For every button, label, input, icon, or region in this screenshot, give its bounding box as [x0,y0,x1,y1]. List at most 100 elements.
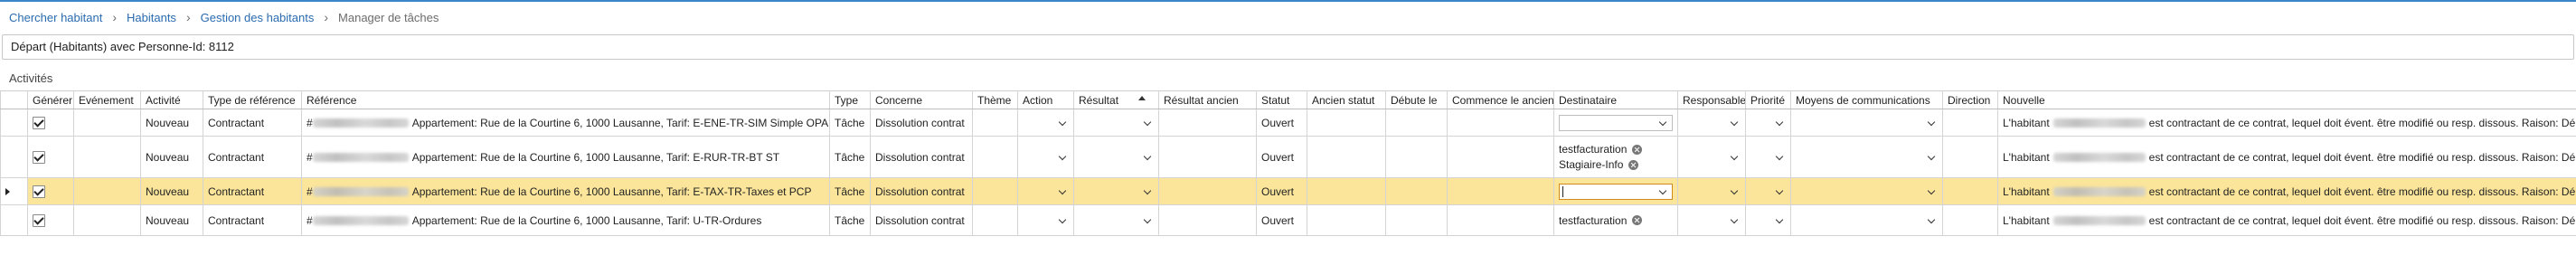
moyens-communications-dropdown[interactable] [1790,136,1943,178]
type-reference-cell[interactable]: Contractant [203,136,302,178]
breadcrumb-link-chercher-habitant[interactable]: Chercher habitant [9,11,102,24]
statut-cell[interactable]: Ouvert [1256,177,1307,205]
type-cell[interactable]: Tâche [829,177,871,205]
resultat-ancien-cell[interactable] [1158,109,1257,137]
col-header-theme[interactable]: Thème [972,90,1018,109]
row-header[interactable] [0,136,28,178]
generer-cell[interactable] [27,109,74,137]
evenement-cell[interactable] [73,136,141,178]
reference-cell[interactable]: # Appartement: Rue de la Courtine 6, 1000… [301,136,830,178]
generer-checkbox[interactable] [33,150,45,164]
destinataire-cell[interactable] [1553,109,1678,137]
debute-le-cell[interactable] [1385,204,1448,236]
action-dropdown[interactable] [1017,136,1074,178]
reference-cell[interactable]: # Appartement: Rue de la Courtine 6, 1000… [301,204,830,236]
generer-checkbox[interactable] [33,213,45,227]
resultat-dropdown[interactable] [1073,109,1159,137]
type-reference-cell[interactable]: Contractant [203,177,302,205]
activite-cell[interactable]: Nouveau [140,109,203,137]
resultat-dropdown[interactable] [1073,204,1159,236]
concerne-cell[interactable]: Dissolution contrat [870,109,973,137]
debute-le-cell[interactable] [1385,136,1448,178]
generer-checkbox[interactable] [33,116,45,129]
direction-cell[interactable] [1942,177,1998,205]
action-dropdown[interactable] [1017,109,1074,137]
nouvelle-cell[interactable]: L'habitant est contractant de ce contrat,… [1997,204,2576,236]
breadcrumb-link-habitants[interactable]: Habitants [127,11,176,24]
resultat-dropdown[interactable] [1073,136,1159,178]
theme-cell[interactable] [972,109,1018,137]
direction-cell[interactable] [1942,136,1998,178]
theme-cell[interactable] [972,204,1018,236]
statut-cell[interactable]: Ouvert [1256,204,1307,236]
concerne-cell[interactable]: Dissolution contrat [870,177,973,205]
resultat-ancien-cell[interactable] [1158,136,1257,178]
nouvelle-cell[interactable]: L'habitant est contractant de ce contrat,… [1997,136,2576,178]
destinataire-cell[interactable]: testfacturation [1553,204,1678,236]
col-header-action[interactable]: Action [1017,90,1074,109]
col-header-destinataire[interactable]: Destinataire [1553,90,1678,109]
resultat-dropdown[interactable] [1073,177,1159,205]
type-cell[interactable]: Tâche [829,204,871,236]
destinataire-input-focused[interactable] [1559,183,1673,200]
table-row[interactable]: Nouveau Contractant # Appartement: Rue de… [0,204,2576,236]
generer-cell[interactable] [27,136,74,178]
resultat-ancien-cell[interactable] [1158,177,1257,205]
concerne-cell[interactable]: Dissolution contrat [870,136,973,178]
col-header-direction[interactable]: Direction [1942,90,1998,109]
remove-circle-icon[interactable] [1632,215,1643,225]
activite-cell[interactable]: Nouveau [140,136,203,178]
col-header-activite[interactable]: Activité [140,90,203,109]
row-header[interactable] [0,109,28,137]
type-reference-cell[interactable]: Contractant [203,109,302,137]
type-cell[interactable]: Tâche [829,109,871,137]
resultat-ancien-cell[interactable] [1158,204,1257,236]
col-header-responsable[interactable]: Responsable [1677,90,1746,109]
debute-le-cell[interactable] [1385,177,1448,205]
col-header-type[interactable]: Type [829,90,871,109]
moyens-communications-dropdown[interactable] [1790,109,1943,137]
col-header-commence-le-ancien[interactable]: Commence le ancien [1447,90,1554,109]
destinataire-input[interactable] [1559,114,1673,131]
theme-cell[interactable] [972,177,1018,205]
destinataire-cell[interactable]: testfacturation Stagiaire-Info [1553,136,1678,178]
direction-cell[interactable] [1942,204,1998,236]
col-header-priorite[interactable]: Priorité [1745,90,1791,109]
ancien-statut-cell[interactable] [1307,136,1386,178]
evenement-cell[interactable] [73,109,141,137]
evenement-cell[interactable] [73,177,141,205]
type-reference-cell[interactable]: Contractant [203,204,302,236]
col-header-resultat[interactable]: Résultat [1073,90,1159,109]
action-dropdown[interactable] [1017,204,1074,236]
col-header-reference[interactable]: Référence [301,90,830,109]
moyens-communications-dropdown[interactable] [1790,204,1943,236]
direction-cell[interactable] [1942,109,1998,137]
commence-le-ancien-cell[interactable] [1447,204,1554,236]
nouvelle-cell[interactable]: L'habitant est contractant de ce contrat,… [1997,177,2576,205]
commence-le-ancien-cell[interactable] [1447,109,1554,137]
col-header-type-reference[interactable]: Type de référence [203,90,302,109]
col-header-evenement[interactable]: Evénement [73,90,141,109]
row-header[interactable] [0,177,28,205]
reference-cell[interactable]: # Appartement: Rue de la Courtine 6, 1000… [301,177,830,205]
priorite-dropdown[interactable] [1745,136,1791,178]
statut-cell[interactable]: Ouvert [1256,136,1307,178]
table-row-selected[interactable]: Nouveau Contractant # Appartement: Rue de… [0,177,2576,205]
col-header-concerne[interactable]: Concerne [870,90,973,109]
col-header-moyens-communications[interactable]: Moyens de communications [1790,90,1943,109]
generer-checkbox[interactable] [33,185,45,198]
row-header[interactable] [0,204,28,236]
table-row[interactable]: Nouveau Contractant # Appartement: Rue de… [0,109,2576,137]
concerne-cell[interactable]: Dissolution contrat [870,204,973,236]
priorite-dropdown[interactable] [1745,177,1791,205]
action-dropdown[interactable] [1017,177,1074,205]
nouvelle-cell[interactable]: L'habitant est contractant de ce contrat,… [1997,109,2576,137]
col-header-ancien-statut[interactable]: Ancien statut [1307,90,1386,109]
ancien-statut-cell[interactable] [1307,177,1386,205]
generer-cell[interactable] [27,204,74,236]
debute-le-cell[interactable] [1385,109,1448,137]
col-header-generer[interactable]: Générer [27,90,74,109]
responsable-dropdown[interactable] [1677,204,1746,236]
type-cell[interactable]: Tâche [829,136,871,178]
responsable-dropdown[interactable] [1677,109,1746,137]
